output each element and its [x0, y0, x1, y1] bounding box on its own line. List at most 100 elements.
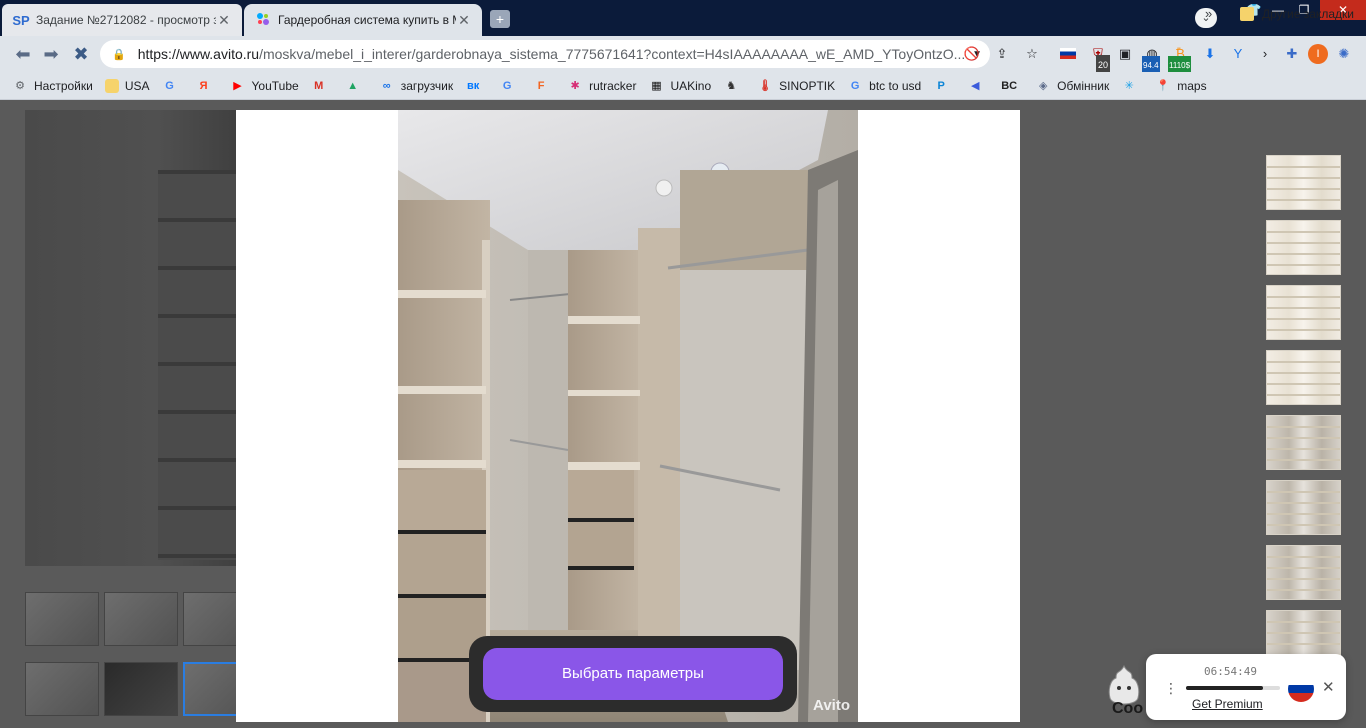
- infinity-icon: ∞: [382, 79, 391, 92]
- forward-button[interactable]: ➡: [40, 44, 62, 64]
- arrow-icon: ◀: [970, 79, 980, 92]
- tab-close-icon[interactable]: ✕: [456, 12, 472, 29]
- y-extension-icon[interactable]: Y: [1228, 44, 1248, 64]
- progress-bar[interactable]: [1186, 686, 1280, 690]
- folder-icon: [1240, 7, 1254, 21]
- bookmark-chess[interactable]: ♞: [723, 78, 745, 94]
- bookmark-label: btc to usd: [869, 78, 922, 93]
- share-icon[interactable]: ⇪: [992, 44, 1012, 64]
- vpn-icon[interactable]: ◍ 94.4: [1142, 44, 1162, 76]
- youtube-icon: ▶: [233, 79, 242, 92]
- bookmark-обмінник[interactable]: ◈ Обмінник: [1035, 78, 1109, 94]
- tab-title: Задание №2712082 - просмотр з: [36, 13, 216, 27]
- bg-thumbnail[interactable]: [25, 592, 99, 646]
- extension-settings-icon[interactable]: ✺: [1334, 44, 1354, 64]
- rutracker-icon: ✱: [570, 79, 580, 92]
- gallery-modal: Avito: [236, 110, 1020, 722]
- bookmark-youtube[interactable]: ▶ YouTube: [230, 78, 299, 94]
- bookmark-p[interactable]: P: [933, 78, 955, 94]
- gallery-thumbnail[interactable]: [1266, 480, 1341, 535]
- snowflake-icon: ✳: [1124, 79, 1134, 92]
- premium-widget: ⋮ 06:54:49 Get Premium ✕: [1146, 654, 1346, 720]
- tab-avito[interactable]: Гардеробная система купить в М ✕: [244, 4, 482, 36]
- google-icon: G: [165, 79, 174, 92]
- bitcoin-icon[interactable]: ₿ 1110$: [1168, 44, 1192, 76]
- other-bookmarks[interactable]: Другие закладки: [1240, 0, 1354, 28]
- terminal-icon[interactable]: ›: [1255, 44, 1275, 64]
- thermometer-icon: 🌡: [758, 79, 773, 92]
- new-tab-button[interactable]: +: [490, 10, 510, 28]
- bookmarks-more-button[interactable]: »: [1205, 6, 1212, 21]
- address-bar[interactable]: 🔒 https://www.avito.ru/moskva/mebel_i_in…: [100, 40, 990, 68]
- bookmark-label: Настройки: [34, 78, 93, 93]
- gallery-thumbnail[interactable]: [1266, 220, 1341, 275]
- puzzle-icon[interactable]: ✚: [1282, 44, 1302, 64]
- folder-icon: [104, 78, 119, 93]
- lock-icon: 🔒: [112, 48, 126, 61]
- bookmark-bc[interactable]: BC: [1001, 78, 1023, 94]
- bookmark-usa[interactable]: USA: [104, 78, 150, 93]
- bookmark-maps[interactable]: 📍 maps: [1155, 78, 1206, 94]
- bookmark-star-icon[interactable]: ☆: [1022, 44, 1042, 64]
- gear-icon: ⚙: [15, 79, 25, 92]
- bookmark-uakino[interactable]: ▦ UAKino: [648, 78, 711, 94]
- gallery-thumbnail[interactable]: [1266, 285, 1341, 340]
- bookmarks-bar: ⚙ Настройки USA G Я ▶ YouTube M ▲ ∞ загрузчик вк G F ✱…: [0, 72, 1366, 100]
- sp-favicon-icon: SP: [12, 12, 30, 28]
- bookmark-drive[interactable]: ▲: [345, 78, 367, 94]
- f-icon: F: [537, 79, 545, 92]
- bookmark-настройки[interactable]: ⚙ Настройки: [12, 78, 93, 94]
- bookmark-f[interactable]: F: [533, 78, 555, 94]
- back-button[interactable]: ⬅: [12, 44, 34, 64]
- bookmark-snowflake[interactable]: ✳: [1121, 78, 1143, 94]
- bookmark-vk[interactable]: вк: [465, 78, 487, 94]
- gmail-icon: M: [314, 79, 324, 92]
- download-icon[interactable]: ⬇: [1200, 44, 1220, 64]
- translate-icon: G: [502, 79, 512, 92]
- profile-avatar[interactable]: I: [1308, 44, 1328, 64]
- more-options-icon[interactable]: ⋮: [1164, 680, 1178, 697]
- gallery-thumbnail[interactable]: [1266, 350, 1341, 405]
- yandex-icon: Я: [199, 79, 208, 92]
- vk-icon: вк: [466, 79, 480, 92]
- gallery-thumbnail[interactable]: [1266, 415, 1341, 470]
- bg-thumbnail[interactable]: [104, 662, 178, 716]
- russia-flag-icon[interactable]: [1288, 676, 1314, 702]
- gallery-thumbnail[interactable]: [1266, 155, 1341, 210]
- background-photo: [25, 110, 248, 566]
- tab-close-icon[interactable]: ✕: [216, 12, 232, 29]
- select-parameters-button[interactable]: Выбрать параметры: [483, 648, 783, 700]
- bookmark-yandex[interactable]: Я: [196, 78, 218, 94]
- chess-icon: ♞: [726, 79, 737, 92]
- bookmark-sinoptik[interactable]: 🌡 SINOPTIK: [757, 78, 835, 94]
- russia-flag-icon[interactable]: [1058, 44, 1078, 64]
- url-text[interactable]: https://www.avito.ru/moskva/mebel_i_inte…: [138, 46, 964, 62]
- bookmark-label: UAKino: [670, 78, 712, 93]
- bookmark-загрузчик[interactable]: ∞ загрузчик: [379, 78, 453, 94]
- main-photo: Avito: [398, 110, 858, 722]
- exchange-icon: ◈: [1038, 79, 1048, 92]
- drive-icon: ▲: [347, 79, 359, 92]
- tab-title: Гардеробная система купить в М: [278, 13, 456, 27]
- bookmark-google[interactable]: G: [162, 78, 184, 94]
- extension-box-icon[interactable]: ▣: [1115, 44, 1135, 64]
- bg-thumbnail[interactable]: [25, 662, 99, 716]
- bc-icon: BC: [1001, 79, 1018, 92]
- bookmark-rutracker[interactable]: ✱ rutracker: [567, 78, 636, 94]
- blocked-icon[interactable]: 🚫: [962, 44, 982, 64]
- bookmark-label: USA: [124, 78, 150, 93]
- gallery-thumbnail[interactable]: [1266, 545, 1341, 600]
- avito-watermark: Avito: [813, 697, 850, 714]
- ublock-icon[interactable]: ⛨ 20: [1088, 44, 1111, 75]
- bookmark-translate[interactable]: G: [499, 78, 521, 94]
- get-premium-link[interactable]: Get Premium: [1192, 697, 1263, 711]
- bookmark-btc-to-usd[interactable]: Gbtc to usd: [847, 78, 921, 94]
- bookmark-arrow[interactable]: ◀: [967, 78, 989, 94]
- close-icon[interactable]: ✕: [1322, 678, 1335, 696]
- bookmark-label: YouTube: [251, 78, 299, 93]
- partial-text: Coo: [1112, 700, 1144, 717]
- bookmark-gmail[interactable]: M: [311, 78, 333, 94]
- stop-button[interactable]: ✖: [70, 44, 92, 64]
- bg-thumbnail[interactable]: [104, 592, 178, 646]
- tab-task[interactable]: SP Задание №2712082 - просмотр з ✕: [2, 4, 242, 36]
